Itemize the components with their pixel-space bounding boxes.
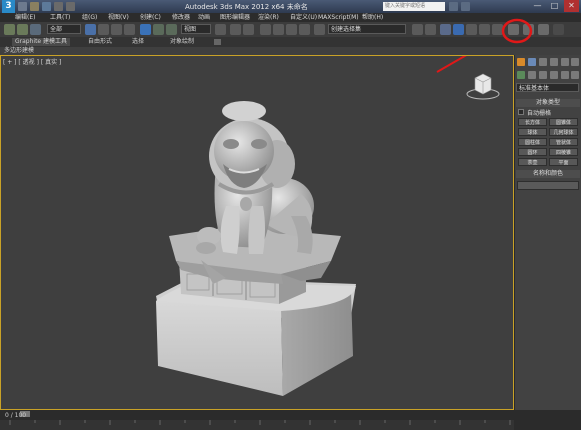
geometry-icon[interactable] — [517, 71, 525, 79]
menu-group[interactable]: 组(G) — [82, 13, 97, 22]
tab-selection[interactable]: 选择 — [132, 38, 144, 46]
pivot-center-icon[interactable] — [215, 24, 226, 35]
layer-manager-icon[interactable] — [440, 24, 451, 35]
modify-tab-icon[interactable] — [528, 58, 536, 66]
frame-counter: 0 / 100 — [5, 412, 27, 419]
pyramid-button[interactable]: 四棱锥 — [549, 148, 578, 156]
object-category-dropdown[interactable]: 标准基本体 — [516, 83, 579, 92]
red-circle-annotation — [501, 18, 533, 44]
move-icon[interactable] — [140, 24, 151, 35]
keyboard-shortcut-icon[interactable] — [243, 24, 254, 35]
help-icon[interactable] — [461, 2, 470, 11]
perspective-viewport[interactable] — [0, 55, 514, 410]
tab-object-paint[interactable]: 对象绘制 — [170, 38, 194, 46]
teapot-render-icon[interactable] — [553, 24, 564, 35]
undo-tool-icon[interactable] — [4, 24, 15, 35]
menu-create[interactable]: 创建(C) — [140, 13, 161, 22]
time-ruler[interactable] — [0, 420, 514, 430]
scale-icon[interactable] — [166, 24, 177, 35]
utilities-tab-icon[interactable] — [571, 58, 579, 66]
tab-graphite-modeling[interactable]: Graphite 建模工具 — [12, 38, 71, 46]
autogrid-checkbox[interactable] — [518, 109, 524, 115]
rotate-icon[interactable] — [153, 24, 164, 35]
select-manipulate-icon[interactable] — [230, 24, 241, 35]
tube-button[interactable]: 管状体 — [549, 138, 578, 146]
viewport-label[interactable]: [ + ] [ 透视 ] [ 真实 ] — [3, 57, 61, 66]
search-icon[interactable] — [449, 2, 458, 11]
curve-editor-icon[interactable] — [466, 24, 477, 35]
box-button[interactable]: 长方体 — [518, 118, 547, 126]
display-tab-icon[interactable] — [561, 58, 569, 66]
helpers-icon[interactable] — [561, 71, 569, 79]
mirror-icon[interactable] — [412, 24, 423, 35]
app-logo-icon[interactable]: 3 — [2, 0, 15, 13]
percent-snap-icon[interactable] — [286, 24, 297, 35]
search-input[interactable]: 键入关键字或短语 — [383, 2, 445, 11]
menu-animation[interactable]: 动画 — [198, 13, 210, 22]
reference-coordinate-dropdown[interactable]: 视图 — [181, 24, 211, 34]
object-type-rollout[interactable]: 对象类型 — [516, 99, 580, 107]
maximize-button[interactable]: □ — [547, 0, 562, 12]
select-by-name-icon[interactable] — [98, 24, 109, 35]
tab-freeform[interactable]: 自由形式 — [88, 38, 112, 46]
time-ruler-ticks — [9, 420, 511, 425]
render-production-icon[interactable] — [538, 24, 549, 35]
menu-maxscript[interactable]: MAXScript(M) — [318, 13, 359, 22]
menu-edit[interactable]: 编辑(E) — [15, 13, 35, 22]
viewcube-icon[interactable] — [465, 70, 501, 102]
ribbon-subpanel — [0, 47, 581, 55]
minimize-button[interactable]: — — [530, 0, 545, 12]
menu-graph-editors[interactable]: 图形编辑器 — [220, 13, 250, 22]
hierarchy-tab-icon[interactable] — [539, 58, 547, 66]
create-tab-icon[interactable] — [517, 58, 525, 66]
close-button[interactable]: ✕ — [564, 0, 579, 12]
graphite-toggle-icon[interactable] — [453, 24, 464, 35]
object-name-field[interactable] — [517, 181, 579, 190]
teapot-button[interactable]: 茶壶 — [518, 158, 547, 166]
spinner-snap-icon[interactable] — [299, 24, 310, 35]
angle-snap-icon[interactable] — [273, 24, 284, 35]
torus-button[interactable]: 圆环 — [518, 148, 547, 156]
ribbon-toggle-icon[interactable] — [214, 39, 221, 45]
menu-help[interactable]: 帮助(H) — [362, 13, 383, 22]
snaps-toggle-icon[interactable] — [260, 24, 271, 35]
menu-views[interactable]: 视图(V) — [108, 13, 129, 22]
new-file-icon[interactable] — [18, 2, 27, 11]
open-file-icon[interactable] — [30, 2, 39, 11]
lights-icon[interactable] — [539, 71, 547, 79]
sphere-button[interactable]: 球体 — [518, 128, 547, 136]
align-icon[interactable] — [425, 24, 436, 35]
named-selection-dropdown[interactable]: 创建选择集 — [328, 24, 406, 34]
link-icon[interactable] — [30, 24, 41, 35]
select-object-icon[interactable] — [85, 24, 96, 35]
window-title: Autodesk 3ds Max 2012 x64 未命名 — [185, 3, 308, 11]
geosphere-button[interactable]: 几何球体 — [549, 128, 578, 136]
selection-filter-dropdown[interactable]: 全部 — [47, 24, 81, 34]
autogrid-label: 自动栅格 — [527, 110, 552, 117]
rectangular-selection-icon[interactable] — [111, 24, 122, 35]
plane-button[interactable]: 平面 — [549, 158, 578, 166]
menu-rendering[interactable]: 渲染(R) — [258, 13, 279, 22]
menu-customize[interactable]: 自定义(U) — [290, 13, 317, 22]
redo-tool-icon[interactable] — [17, 24, 28, 35]
window-crossing-icon[interactable] — [124, 24, 135, 35]
menu-modifiers[interactable]: 修改器 — [172, 13, 190, 22]
edit-named-selection-icon[interactable] — [314, 24, 325, 35]
ribbon-subtitle[interactable]: 多边形建模 — [4, 47, 34, 55]
save-file-icon[interactable] — [42, 2, 51, 11]
cameras-icon[interactable] — [550, 71, 558, 79]
red-arrow-annotation — [436, 56, 467, 73]
undo-icon[interactable] — [54, 2, 63, 11]
schematic-view-icon[interactable] — [479, 24, 490, 35]
shapes-icon[interactable] — [528, 71, 536, 79]
name-and-color-rollout[interactable]: 名称和颜色 — [516, 170, 580, 178]
redo-icon[interactable] — [66, 2, 75, 11]
cylinder-button[interactable]: 圆柱体 — [518, 138, 547, 146]
motion-tab-icon[interactable] — [550, 58, 558, 66]
space-warps-icon[interactable] — [571, 71, 579, 79]
cone-button[interactable]: 圆锥体 — [549, 118, 578, 126]
menu-tools[interactable]: 工具(T) — [50, 13, 70, 22]
